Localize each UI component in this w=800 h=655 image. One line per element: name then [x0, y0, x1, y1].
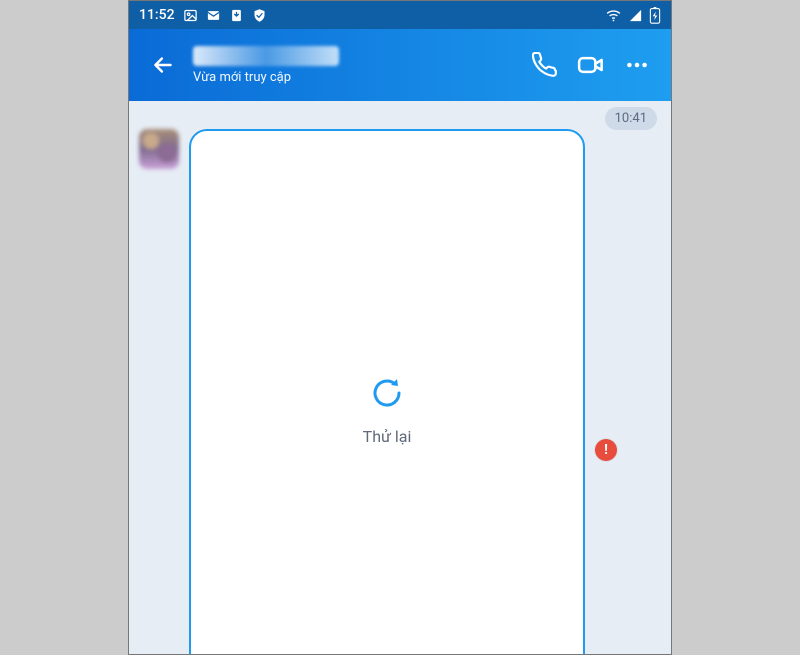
failed-media-message[interactable]: Thử lại: [189, 129, 585, 655]
status-bar: 11:52: [129, 1, 671, 29]
retry-label: Thử lại: [363, 427, 412, 446]
voice-call-button[interactable]: [523, 43, 567, 87]
contact-name-redacted: [193, 46, 339, 66]
back-button[interactable]: [141, 43, 185, 87]
chat-header: Vừa mới truy cập: [129, 29, 671, 101]
signal-icon: [628, 8, 643, 23]
sender-avatar[interactable]: [139, 129, 179, 169]
download-icon: [229, 8, 244, 23]
phone-frame: 11:52: [128, 0, 672, 655]
wifi-icon: [605, 7, 622, 24]
exclamation-icon: !: [604, 442, 608, 458]
presence-status: Vừa mới truy cập: [193, 70, 339, 85]
more-options-button[interactable]: [615, 43, 659, 87]
shield-check-icon: [252, 8, 267, 23]
retry-icon: [367, 373, 407, 413]
mail-icon: [206, 8, 221, 23]
send-error-badge[interactable]: !: [595, 439, 617, 461]
chat-body[interactable]: 10:41 Thử lại !: [129, 101, 671, 654]
image-icon: [183, 8, 198, 23]
message-timestamp: 10:41: [605, 107, 657, 130]
status-time: 11:52: [139, 7, 175, 23]
video-call-button[interactable]: [569, 43, 613, 87]
battery-charging-icon: [649, 7, 661, 24]
